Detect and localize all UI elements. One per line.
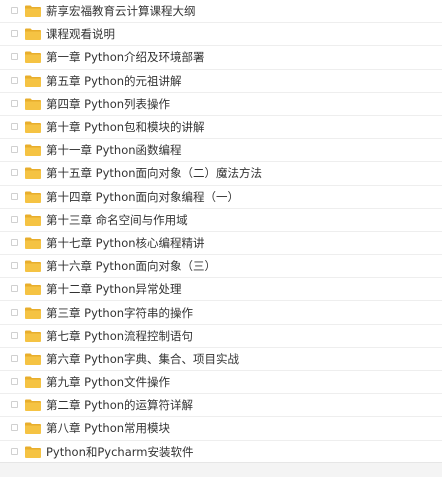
file-name[interactable]: 第二章 Python的运算符详解 [46, 398, 193, 412]
file-name[interactable]: 第八章 Python常用模块 [46, 421, 170, 435]
file-name[interactable]: 第十七章 Python核心编程精讲 [46, 236, 205, 250]
folder-icon [25, 214, 41, 226]
folder-icon [25, 260, 41, 273]
row-checkbox[interactable] [11, 215, 18, 223]
folder-icon [25, 376, 41, 389]
row-checkbox[interactable] [11, 308, 18, 316]
list-item[interactable]: 第二章 Python的运算符详解 [0, 394, 442, 418]
list-item[interactable]: 第十七章 Python核心编程精讲 [0, 232, 442, 256]
row-checkbox[interactable] [11, 7, 18, 15]
row-checkbox[interactable] [11, 146, 18, 154]
row-checkbox[interactable] [11, 285, 18, 293]
list-item[interactable]: 第十章 Python包和模块的讲解 [0, 116, 442, 140]
folder-icon [25, 446, 41, 458]
file-name[interactable]: 课程观看说明 [46, 27, 115, 41]
list-item[interactable]: 第十五章 Python面向对象（二）魔法方法 [0, 162, 442, 186]
row-checkbox[interactable] [11, 53, 18, 61]
folder-icon [25, 191, 41, 203]
file-name[interactable]: 第六章 Python字典、集合、项目实战 [46, 352, 239, 366]
list-item[interactable]: 第六章 Python字典、集合、项目实战 [0, 348, 442, 371]
file-name[interactable]: 第十四章 Python面向对象编程（一） [46, 190, 239, 204]
file-name[interactable]: 第十三章 命名空间与作用域 [46, 213, 188, 227]
row-checkbox[interactable] [11, 169, 18, 177]
list-item[interactable]: 第八章 Python常用模块 [0, 417, 442, 441]
row-checkbox[interactable] [11, 424, 18, 432]
folder-icon [25, 330, 41, 342]
list-item[interactable]: 第十四章 Python面向对象编程（一） [0, 186, 442, 209]
list-footer [0, 462, 442, 477]
list-item[interactable]: 第五章 Python的元祖讲解 [0, 70, 442, 93]
file-name[interactable]: 第十一章 Python函数编程 [46, 143, 182, 157]
row-checkbox[interactable] [11, 76, 18, 84]
file-name[interactable]: 第三章 Python字符串的操作 [46, 306, 193, 320]
folder-icon [25, 144, 41, 157]
folder-icon [25, 5, 41, 18]
file-name[interactable]: 第九章 Python文件操作 [46, 375, 170, 389]
row-checkbox[interactable] [11, 99, 18, 107]
file-list: 薪享宏福教育云计算课程大纲 课程观看说明第一章 Python介绍及环境部署 第五章 … [0, 0, 442, 464]
list-item[interactable]: 第七章 Python流程控制语句 [0, 325, 442, 348]
list-item[interactable]: 第十一章 Python函数编程 [0, 139, 442, 163]
folder-icon [25, 237, 41, 249]
list-item[interactable]: 第十二章 Python异常处理 [0, 278, 442, 302]
list-item[interactable]: 第十六章 Python面向对象（三） [0, 255, 442, 279]
file-name[interactable]: 第十五章 Python面向对象（二）魔法方法 [46, 166, 262, 180]
folder-icon [25, 283, 41, 296]
list-item[interactable]: 第三章 Python字符串的操作 [0, 301, 442, 325]
folder-icon [25, 121, 41, 134]
list-item[interactable]: 第一章 Python介绍及环境部署 [0, 46, 442, 70]
row-checkbox[interactable] [11, 401, 18, 409]
file-name[interactable]: 第四章 Python列表操作 [46, 97, 170, 111]
folder-icon [25, 353, 41, 365]
row-checkbox[interactable] [11, 123, 18, 131]
file-name[interactable]: 第七章 Python流程控制语句 [46, 329, 193, 343]
list-item[interactable]: Python和Pycharm安装软件 [0, 441, 442, 464]
file-name[interactable]: Python和Pycharm安装软件 [46, 445, 194, 459]
list-item[interactable]: 第九章 Python文件操作 [0, 371, 442, 395]
file-name[interactable]: 第十二章 Python异常处理 [46, 282, 182, 296]
folder-icon [25, 28, 41, 41]
list-item[interactable]: 第十三章 命名空间与作用域 [0, 209, 442, 232]
folder-icon [25, 167, 41, 180]
file-name[interactable]: 第五章 Python的元祖讲解 [46, 74, 182, 88]
row-checkbox[interactable] [11, 447, 18, 455]
file-name[interactable]: 第一章 Python介绍及环境部署 [46, 50, 205, 64]
file-name[interactable]: 第十六章 Python面向对象（三） [46, 259, 216, 273]
file-name[interactable]: 薪享宏福教育云计算课程大纲 [46, 4, 196, 18]
folder-icon [25, 307, 41, 319]
row-checkbox[interactable] [11, 30, 18, 38]
list-item[interactable]: 课程观看说明 [0, 23, 442, 47]
file-name[interactable]: 第十章 Python包和模块的讲解 [46, 120, 205, 134]
folder-icon [25, 75, 41, 87]
list-item[interactable]: 第四章 Python列表操作 [0, 93, 442, 116]
row-checkbox[interactable] [11, 378, 18, 386]
row-checkbox[interactable] [11, 238, 18, 246]
list-item[interactable]: 薪享宏福教育云计算课程大纲 [0, 0, 442, 24]
folder-icon [25, 98, 41, 110]
row-checkbox[interactable] [11, 354, 18, 362]
row-checkbox[interactable] [11, 262, 18, 270]
folder-icon [25, 422, 41, 435]
row-checkbox[interactable] [11, 192, 18, 200]
row-checkbox[interactable] [11, 331, 18, 339]
folder-icon [25, 51, 41, 64]
folder-icon [25, 399, 41, 412]
